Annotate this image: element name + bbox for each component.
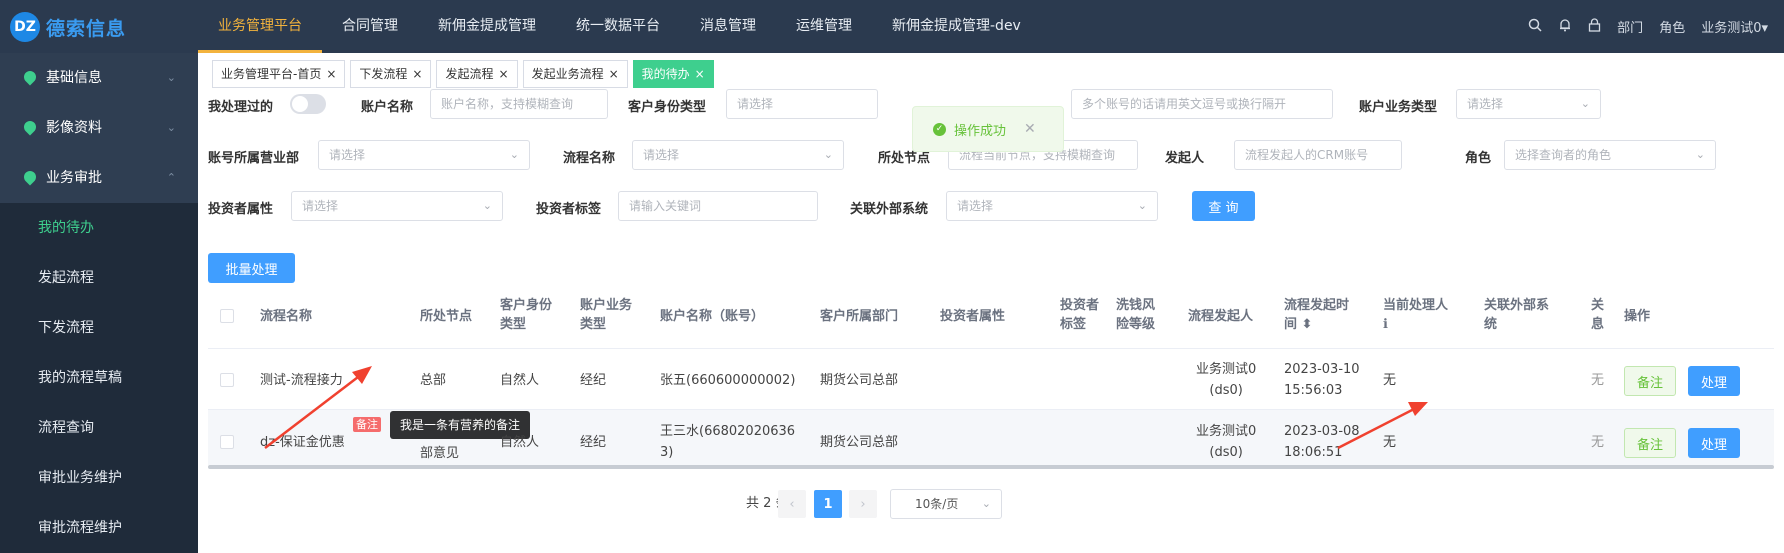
annotation-arrows bbox=[264, 366, 1428, 450]
arrow-to-note-badge bbox=[264, 366, 372, 449]
close-icon[interactable]: ✕ bbox=[1024, 121, 1036, 137]
success-toast: ✓ 操作成功 ✕ bbox=[912, 106, 1064, 152]
arrow-to-note-button bbox=[1337, 402, 1428, 450]
toast-text: 操作成功 bbox=[954, 123, 1007, 139]
check-circle-icon: ✓ bbox=[933, 122, 946, 136]
